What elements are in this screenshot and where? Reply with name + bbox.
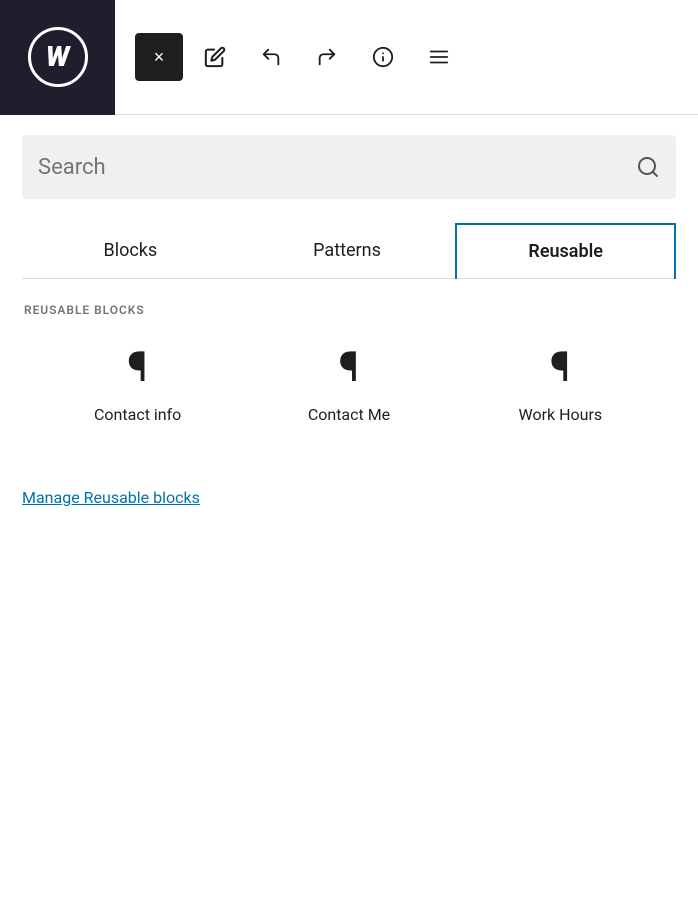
tab-patterns[interactable]: Patterns (239, 223, 456, 278)
hamburger-icon (428, 46, 450, 68)
paragraph-icon-contact-info: ¶ (127, 347, 148, 389)
search-bar (22, 135, 676, 199)
toolbar: W × (0, 0, 698, 115)
main-content: Blocks Patterns Reusable REUSABLE BLOCKS… (0, 115, 698, 511)
redo-icon (316, 46, 338, 68)
redo-button[interactable] (303, 33, 351, 81)
paragraph-icon-work-hours: ¶ (550, 347, 571, 389)
manage-reusable-blocks-link[interactable]: Manage Reusable blocks (22, 484, 200, 511)
toolbar-icons: × (115, 33, 698, 81)
tab-blocks[interactable]: Blocks (22, 223, 239, 278)
tabs: Blocks Patterns Reusable (22, 223, 676, 279)
paragraph-icon-contact-me: ¶ (339, 347, 360, 389)
pencil-icon (204, 46, 226, 68)
search-input[interactable] (38, 155, 636, 180)
reusable-blocks-grid: ¶ Contact info ¶ Contact Me ¶ Work Hours (22, 347, 676, 424)
block-label-work-hours: Work Hours (519, 405, 603, 424)
info-icon (372, 46, 394, 68)
search-icon (636, 155, 660, 179)
close-button[interactable]: × (135, 33, 183, 81)
wp-logo: W (28, 27, 88, 87)
wp-logo-area: W (0, 0, 115, 115)
block-label-contact-info: Contact info (94, 405, 181, 424)
undo-button[interactable] (247, 33, 295, 81)
edit-button[interactable] (191, 33, 239, 81)
info-button[interactable] (359, 33, 407, 81)
menu-button[interactable] (415, 33, 463, 81)
section-label: REUSABLE BLOCKS (22, 303, 676, 317)
block-item-contact-info[interactable]: ¶ Contact info (68, 347, 208, 424)
block-item-contact-me[interactable]: ¶ Contact Me (279, 347, 419, 424)
block-label-contact-me: Contact Me (308, 405, 390, 424)
tab-reusable[interactable]: Reusable (455, 223, 676, 279)
search-button[interactable] (636, 155, 660, 179)
undo-icon (260, 46, 282, 68)
block-item-work-hours[interactable]: ¶ Work Hours (490, 347, 630, 424)
